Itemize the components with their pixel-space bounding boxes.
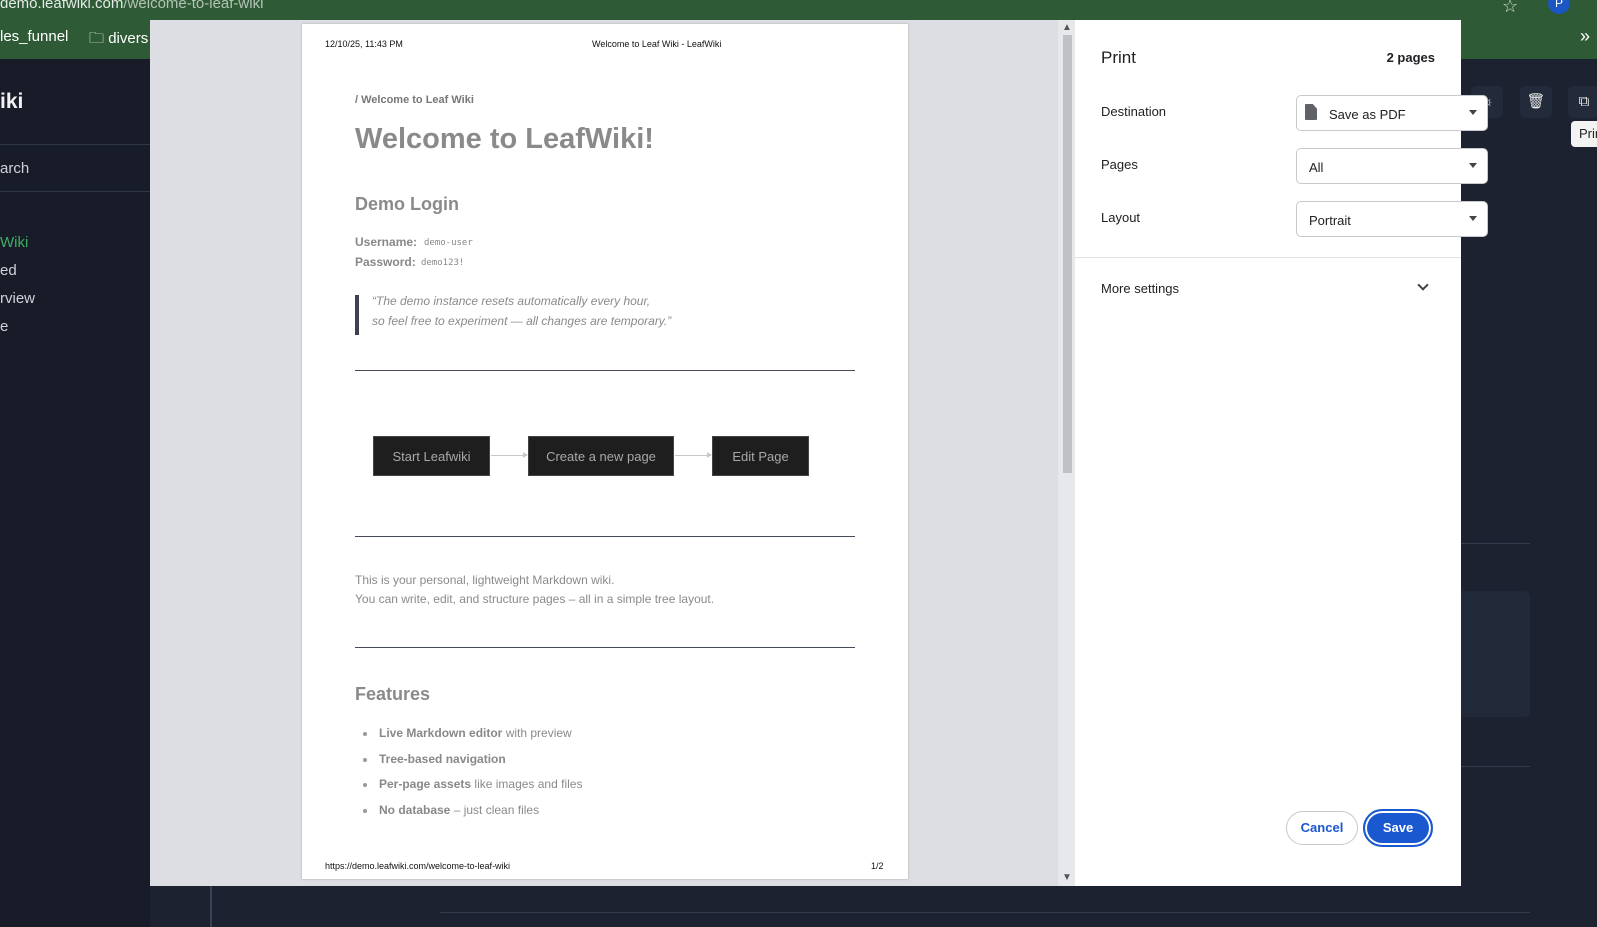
feature-name: Live Markdown editor [379, 726, 503, 740]
save-button[interactable]: Save [1363, 809, 1433, 847]
breadcrumb: / Welcome to Leaf Wiki [355, 94, 474, 106]
print-settings-panel: Print 2 pages Destination Save as PDF Pa… [1075, 20, 1488, 886]
url-path: /welcome-to-leaf-wiki [123, 0, 264, 12]
tooltip: Prin [1571, 121, 1597, 147]
list-item: Per-page assets like images and files [379, 777, 582, 791]
username-value: demo-user [424, 238, 473, 248]
destination-select[interactable]: Save as PDF [1296, 95, 1488, 131]
app-sidebar [0, 59, 150, 927]
section-heading: Features [355, 684, 431, 704]
blockquote-bar [355, 295, 359, 335]
content-card [1460, 591, 1530, 717]
preview-scrollbar[interactable]: ▲ ▼ [1058, 20, 1075, 886]
document-icon [1305, 104, 1317, 120]
divider [0, 144, 150, 145]
sidebar-item[interactable]: e [0, 318, 8, 335]
sidebar-item-wiki[interactable]: Wiki [0, 234, 28, 251]
page-title: Welcome to LeafWiki! [355, 123, 654, 155]
flow-node: Create a new page [528, 436, 674, 476]
list-bullet [363, 809, 367, 813]
pages-value: All [1309, 160, 1324, 175]
destination-value: Save as PDF [1329, 107, 1406, 122]
list-item: Live Markdown editor with preview [379, 726, 572, 740]
username-label: Username: [355, 235, 418, 249]
horizontal-rule [355, 370, 855, 371]
layout-select[interactable]: Portrait [1296, 201, 1488, 237]
folder-icon: 🗀 [89, 30, 105, 47]
list-item: No database – just clean files [379, 803, 539, 817]
layout-label: Layout [1101, 210, 1141, 225]
page-header-title: Welcome to Leaf Wiki - LeafWiki [592, 39, 722, 49]
flow-node: Start Leafwiki [373, 436, 490, 476]
list-bullet [363, 783, 367, 787]
cancel-button[interactable]: Cancel [1286, 811, 1358, 845]
horizontal-rule [355, 647, 855, 648]
url-text[interactable]: demo.leafwiki.com/welcome-to-leaf-wiki [0, 0, 263, 12]
paragraph-line: This is your personal, lightweight Markd… [355, 573, 615, 587]
pages-label: Pages [1101, 157, 1138, 172]
feature-name: Per-page assets [379, 777, 472, 791]
flow-node: Edit Page [712, 436, 809, 476]
pages-select[interactable]: All [1296, 148, 1488, 184]
bookmark-folder-label: divers [108, 30, 149, 47]
page-footer-number: 1/2 [871, 861, 884, 871]
profile-avatar[interactable]: P [1548, 0, 1570, 14]
dropdown-caret-icon [1469, 110, 1477, 115]
feature-desc: like images and files [471, 777, 583, 791]
blockquote-line: “The demo instance resets automatically … [372, 294, 651, 308]
page-header-date: 12/10/25, 11:43 PM [325, 39, 403, 49]
scroll-down-icon[interactable]: ▼ [1062, 872, 1072, 883]
list-item: Tree-based navigation [379, 752, 506, 766]
feature-desc: – just clean files [450, 803, 540, 817]
password-label: Password: [355, 255, 416, 269]
password-value: demo123! [421, 258, 465, 268]
sidebar-item[interactable]: rview [0, 290, 35, 307]
more-settings-label: More settings [1101, 281, 1180, 296]
divider [1460, 543, 1530, 544]
bookmark-star-icon[interactable]: ☆ [1502, 0, 1518, 17]
sidebar-item[interactable]: ed [0, 262, 17, 279]
app-title[interactable]: iki [0, 90, 23, 114]
paragraph-line: You can write, edit, and structure pages… [355, 592, 715, 606]
destination-label: Destination [1101, 104, 1167, 119]
blockquote-line: so feel free to experiment — all changes… [372, 314, 672, 328]
bookmark-folder[interactable]: 🗀 divers [89, 28, 148, 53]
horizontal-rule [355, 536, 855, 537]
flow-arrow [491, 452, 528, 458]
feature-name: No database [379, 803, 451, 817]
divider [210, 886, 212, 927]
dropdown-caret-icon [1469, 163, 1477, 168]
delete-icon[interactable]: 🗑 [1520, 86, 1552, 118]
scroll-up-icon[interactable]: ▲ [1062, 22, 1072, 33]
divider [0, 191, 150, 192]
chevron-down-icon [1417, 279, 1429, 291]
page-count: 2 pages [1386, 50, 1435, 65]
dialog-title: Print [1101, 48, 1136, 67]
print-dialog: 12/10/25, 11:43 PM Welcome to Leaf Wiki … [150, 20, 1488, 886]
more-settings-toggle[interactable]: More settings [1075, 275, 1461, 307]
divider [440, 912, 1530, 913]
scrollbar-thumb[interactable] [1063, 35, 1072, 473]
divider [1075, 257, 1461, 258]
feature-desc: with preview [502, 726, 572, 740]
preview-page: 12/10/25, 11:43 PM Welcome to Leaf Wiki … [302, 24, 908, 879]
flow-arrow [675, 452, 712, 458]
section-heading: Demo Login [355, 194, 459, 214]
address-bar[interactable]: demo.leafwiki.com/welcome-to-leaf-wiki ☆… [0, 0, 1597, 20]
print-preview[interactable]: 12/10/25, 11:43 PM Welcome to Leaf Wiki … [150, 20, 1075, 886]
list-bullet [363, 758, 367, 762]
copy-icon[interactable]: ⧉ [1568, 86, 1597, 118]
feature-name: Tree-based navigation [379, 752, 506, 766]
list-bullet [363, 732, 367, 736]
sidebar-search[interactable]: arch [0, 160, 29, 177]
page-footer-url: https://demo.leafwiki.com/welcome-to-lea… [325, 861, 511, 871]
layout-value: Portrait [1309, 213, 1351, 228]
dropdown-caret-icon [1469, 216, 1477, 221]
url-host: demo.leafwiki.com [0, 0, 124, 12]
divider [1460, 766, 1530, 767]
bookmarks-overflow-icon[interactable]: » [1580, 26, 1590, 47]
bookmark-item[interactable]: les_funnel [0, 28, 68, 45]
